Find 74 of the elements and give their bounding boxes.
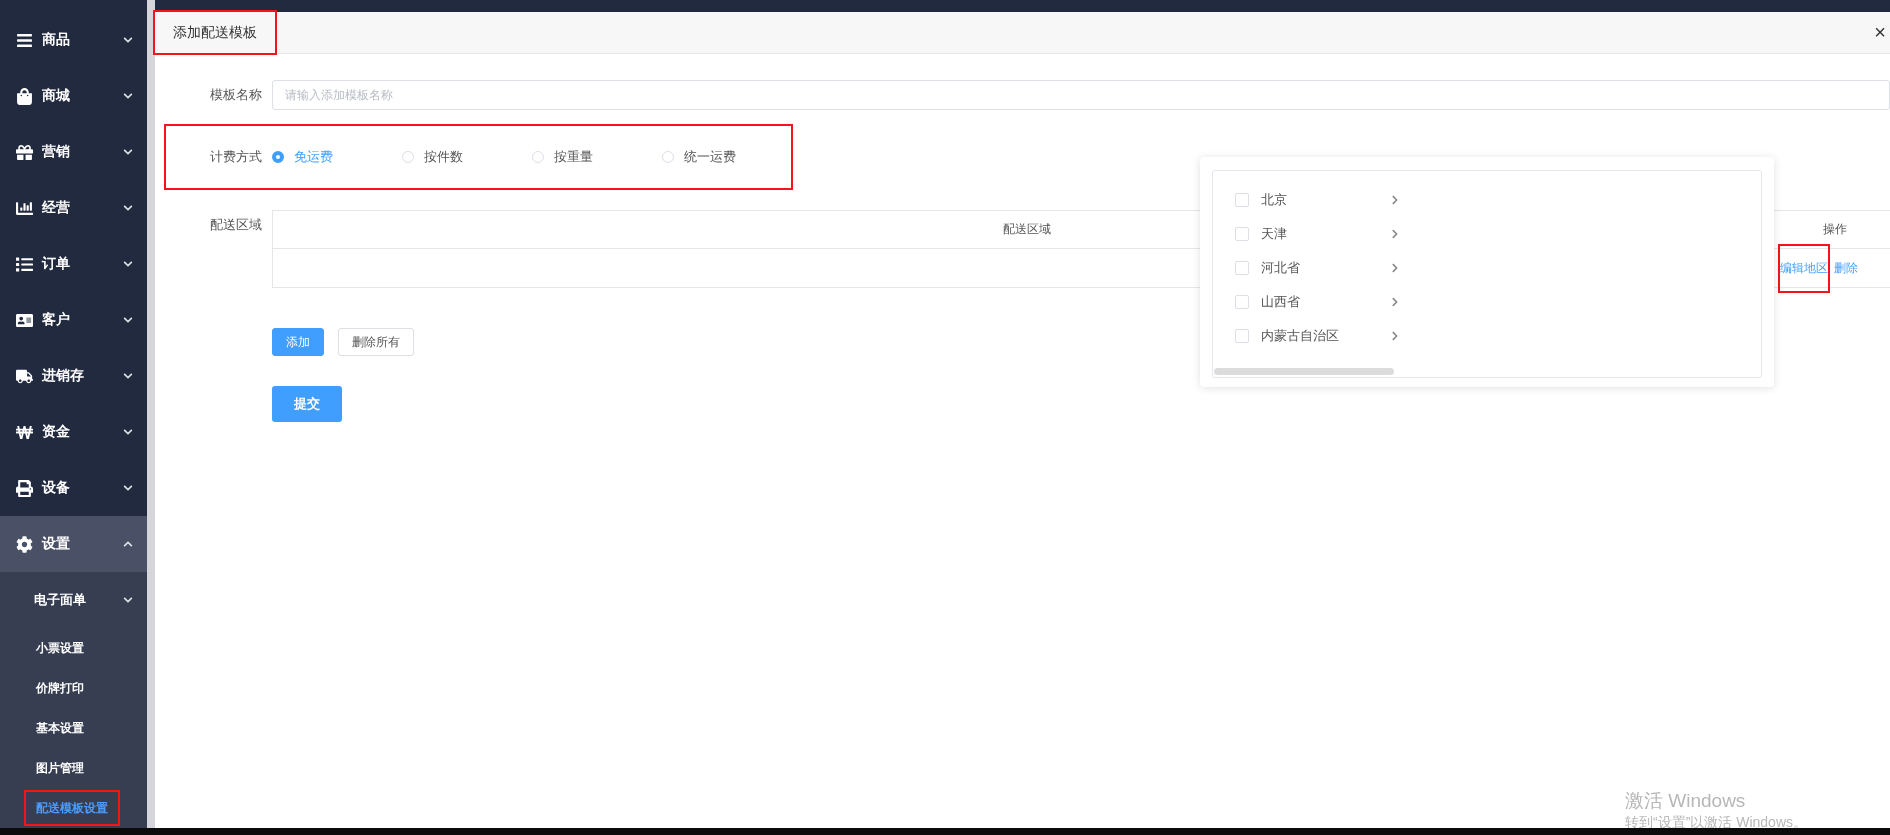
sidebar-item[interactable]: 订单: [0, 236, 147, 292]
activation-title: 激活 Windows: [1625, 789, 1747, 813]
chevron-right-icon[interactable]: [1390, 331, 1400, 341]
sidebar-label: 进销存: [42, 367, 85, 385]
sidebar-label: 营销: [42, 143, 71, 161]
chevron-down-icon: [123, 147, 133, 157]
chevron-down-icon: [123, 371, 133, 381]
field-label: 配送区域: [209, 216, 263, 234]
sidebar-item[interactable]: 设备: [0, 460, 147, 516]
sidebar-label: 资金: [42, 423, 71, 441]
close-icon[interactable]: ×: [1874, 21, 1890, 44]
radio-option[interactable]: 按重量: [532, 148, 662, 166]
region-label[interactable]: 内蒙古自治区: [1261, 327, 1390, 345]
sidebar-item[interactable]: 客户: [0, 292, 147, 348]
sidebar-link[interactable]: 价牌打印: [26, 672, 118, 704]
sidebar-link[interactable]: 图片管理: [26, 752, 118, 784]
sidebar-label: 设备: [42, 479, 71, 497]
gift-icon: [16, 143, 36, 161]
checkbox[interactable]: [1235, 193, 1249, 207]
sidebar-item[interactable]: 商城: [0, 68, 147, 124]
chevron-down-icon: [123, 315, 133, 325]
sidebar-label: 订单: [42, 255, 71, 273]
template-name-field[interactable]: 请输入添加模板名称: [272, 80, 1890, 110]
sidebar-item[interactable]: 营销: [0, 124, 147, 180]
list-icon: [16, 255, 36, 273]
radio-option[interactable]: 按件数: [402, 148, 532, 166]
chevron-down-icon: [123, 91, 133, 101]
sidebar-label: 商品: [42, 31, 71, 49]
chevron-down-icon: [123, 259, 133, 269]
delete-all-button[interactable]: 删除所有: [338, 328, 414, 356]
tab[interactable]: 添加配送模板: [155, 12, 275, 53]
checkbox[interactable]: [1235, 227, 1249, 241]
chevron-up-icon: [123, 539, 133, 549]
sidebar-label: 电子面单: [34, 591, 87, 609]
checkbox[interactable]: [1235, 329, 1249, 343]
chevron-right-icon[interactable]: [1390, 297, 1400, 307]
column-header: 操作: [1823, 221, 1847, 238]
sidebar-item[interactable]: 进销存: [0, 348, 147, 404]
chevron-right-icon[interactable]: [1390, 195, 1400, 205]
sidebar-label: 经营: [42, 199, 71, 217]
region-label[interactable]: 北京: [1261, 191, 1390, 209]
chevron-down-icon: [123, 595, 133, 605]
checkbox[interactable]: [1235, 261, 1249, 275]
sidebar-item[interactable]: 经营: [0, 180, 147, 236]
truck-icon: [16, 367, 36, 385]
sidebar-link[interactable]: 小票设置: [26, 632, 118, 664]
sidebar-label: 设置: [42, 535, 71, 553]
region-label[interactable]: 天津: [1261, 225, 1390, 243]
sidebar-item[interactable]: 商品: [0, 12, 147, 68]
field-label: 计费方式: [209, 148, 263, 166]
chevron-down-icon: [123, 427, 133, 437]
scrollbar-thumb[interactable]: [1214, 368, 1394, 375]
region-label[interactable]: 山西省: [1261, 293, 1390, 311]
bar-chart-icon: [16, 199, 36, 217]
id-card-icon: [16, 311, 36, 329]
sidebar-link[interactable]: 基本设置: [26, 712, 118, 744]
chevron-down-icon: [123, 35, 133, 45]
sidebar-item[interactable]: 设置: [0, 516, 147, 572]
won-icon: [16, 423, 36, 441]
chevron-right-icon[interactable]: [1390, 263, 1400, 273]
sidebar-link[interactable]: 配送模板设置: [26, 792, 118, 824]
sidebar-item[interactable]: 资金: [0, 404, 147, 460]
chevron-right-icon[interactable]: [1390, 229, 1400, 239]
checkbox[interactable]: [1235, 295, 1249, 309]
sidebar-label: 商城: [42, 87, 71, 105]
chevron-down-icon: [123, 203, 133, 213]
sidebar-label: 客户: [42, 311, 71, 329]
radio-option[interactable]: 统一运费: [662, 148, 792, 166]
printer-icon: [16, 479, 36, 497]
region-label[interactable]: 河北省: [1261, 259, 1390, 277]
sidebar-subitem[interactable]: 电子面单: [0, 572, 147, 628]
chevron-down-icon: [123, 483, 133, 493]
field-label: 模板名称: [209, 86, 263, 104]
column-header: 配送区域: [1002, 221, 1051, 238]
